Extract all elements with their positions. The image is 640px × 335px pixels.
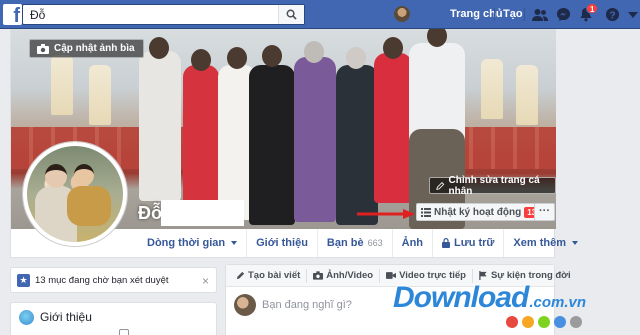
person-head xyxy=(227,47,247,69)
person xyxy=(374,53,412,203)
video-icon xyxy=(386,272,397,279)
camera-icon xyxy=(37,43,49,54)
intro-title: Giới thiệu xyxy=(40,310,92,324)
profile-header-card: Cập nhật ảnh bìa Đỗ Chỉnh sửa trang cá n… xyxy=(10,29,578,258)
person xyxy=(183,65,219,215)
list-icon xyxy=(421,207,431,217)
more-options-button[interactable]: ··· xyxy=(534,203,555,221)
person-head xyxy=(149,37,169,59)
person xyxy=(139,51,181,201)
friend-count: 663 xyxy=(367,238,383,248)
status-input[interactable]: Bạn đang nghĩ gì? xyxy=(262,299,352,311)
edit-profile-label: Chỉnh sửa trang cá nhân xyxy=(448,174,540,197)
pending-review-text: 13 mục đang chờ bạn xét duyệt xyxy=(35,274,169,286)
chevron-down-icon xyxy=(571,241,578,245)
star-icon: ★ xyxy=(17,273,30,287)
lock-icon xyxy=(442,238,451,248)
watermark-dot xyxy=(522,316,534,328)
watermark-dot xyxy=(538,316,550,328)
tab-friends[interactable]: Bạn bè 663 xyxy=(316,229,392,257)
intro-card: Giới thiệu xyxy=(10,302,217,335)
top-navigation-bar: f Trang chủ Tạo 1 ? xyxy=(0,0,640,29)
watermark-dot xyxy=(506,316,518,328)
watermark-dot xyxy=(554,316,566,328)
help-icon[interactable]: ? xyxy=(604,6,621,23)
notification-badge: 1 xyxy=(586,3,599,14)
decoration xyxy=(89,65,111,125)
watermark-sub: .com.vn xyxy=(529,294,587,311)
tab-about[interactable]: Giới thiệu xyxy=(246,229,317,257)
decoration xyxy=(51,55,73,115)
nav-divider xyxy=(494,8,495,21)
photo-content xyxy=(45,164,67,188)
person-head xyxy=(262,45,282,67)
search-icon xyxy=(286,9,297,20)
camera-icon xyxy=(313,271,324,280)
globe-icon xyxy=(19,310,34,325)
svg-text:?: ? xyxy=(609,10,615,21)
person xyxy=(294,57,336,222)
pencil-icon xyxy=(236,271,245,280)
edit-icon[interactable] xyxy=(119,329,129,335)
composer-tab-label: Sự kiện trong đời xyxy=(490,270,571,281)
redacted-name xyxy=(161,200,244,226)
search-box[interactable] xyxy=(22,4,305,25)
profile-picture[interactable] xyxy=(23,142,127,246)
tab-label: Dòng thời gian xyxy=(147,237,226,249)
tab-label: Ảnh xyxy=(401,237,424,249)
photo-content xyxy=(67,186,111,226)
tab-label: Giới thiệu xyxy=(256,237,308,249)
profile-name[interactable]: Đỗ xyxy=(138,203,162,224)
watermark-dot xyxy=(570,316,582,328)
person-head xyxy=(383,37,403,59)
watermark-main: Download xyxy=(393,281,529,314)
person-head xyxy=(346,47,366,69)
composer-tab-label: Ảnh/Video xyxy=(326,270,374,281)
decoration xyxy=(516,65,538,125)
search-input[interactable] xyxy=(23,5,273,24)
tab-more[interactable]: Xem thêm xyxy=(503,229,587,257)
messenger-icon[interactable] xyxy=(555,6,572,23)
person-head xyxy=(304,41,324,63)
pending-review-notice[interactable]: ★ 13 mục đang chờ bạn xét duyệt × xyxy=(10,267,217,293)
tab-photos[interactable]: Ảnh xyxy=(391,229,432,257)
activity-log-label: Nhật ký hoạt động xyxy=(434,206,522,218)
photo-content xyxy=(74,164,94,186)
tab-label: Bạn bè xyxy=(326,237,364,249)
person-head xyxy=(191,49,211,71)
account-menu-icon[interactable] xyxy=(624,6,640,23)
profile-tabs: Dòng thời gian Giới thiệu Bạn bè 663 Ảnh … xyxy=(138,229,587,257)
update-cover-button[interactable]: Cập nhật ảnh bìa xyxy=(29,39,144,58)
update-cover-label: Cập nhật ảnh bìa xyxy=(54,43,135,54)
pencil-icon xyxy=(436,181,445,190)
chevron-down-icon xyxy=(231,241,238,245)
red-arrow-annotation xyxy=(357,209,415,219)
composer-tab-photo-video[interactable]: Ảnh/Video xyxy=(307,268,381,283)
watermark-dots xyxy=(506,316,582,328)
nav-divider xyxy=(524,8,525,21)
search-button[interactable] xyxy=(278,5,304,24)
tab-label: Lưu trữ xyxy=(454,237,495,249)
activity-log-button[interactable]: Nhật ký hoạt động 13 xyxy=(416,203,545,221)
flag-icon xyxy=(479,271,487,280)
tab-label: Xem thêm xyxy=(513,237,566,249)
composer-tab-label: Video trực tiếp xyxy=(399,270,466,281)
person xyxy=(336,65,378,225)
facebook-logo[interactable]: f xyxy=(3,4,22,25)
user-avatar[interactable] xyxy=(394,6,410,22)
watermark: Download .com.vn xyxy=(393,281,586,315)
friend-requests-icon[interactable] xyxy=(531,6,548,23)
tab-timeline[interactable]: Dòng thời gian xyxy=(138,229,246,257)
decoration xyxy=(481,59,503,119)
create-link[interactable]: Tạo xyxy=(503,0,523,29)
composer-tab-label: Tạo bài viết xyxy=(248,270,301,281)
composer-tab-create-post[interactable]: Tạo bài viết xyxy=(230,268,308,283)
close-icon[interactable]: × xyxy=(202,274,209,288)
edit-profile-button[interactable]: Chỉnh sửa trang cá nhân xyxy=(429,174,556,197)
tab-archive[interactable]: Lưu trữ xyxy=(432,229,503,257)
person xyxy=(249,65,295,225)
avatar xyxy=(234,294,256,316)
